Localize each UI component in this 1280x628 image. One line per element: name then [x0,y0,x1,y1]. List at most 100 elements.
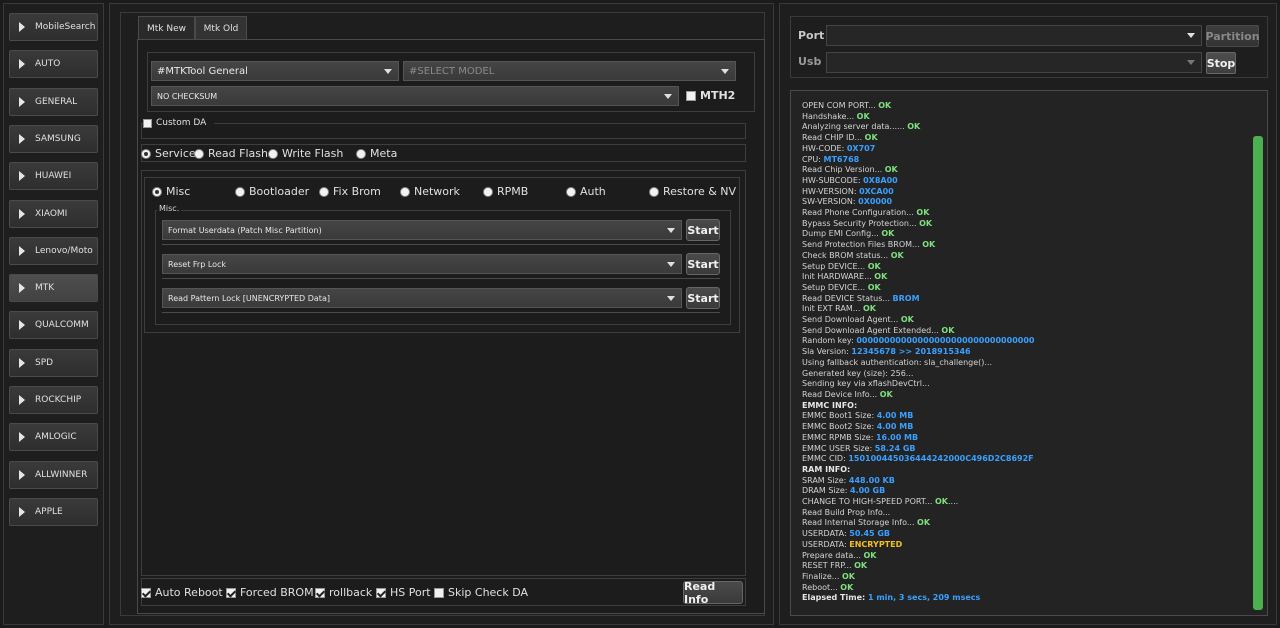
sidebar-item-general[interactable]: GENERAL [9,87,98,116]
option-checkbox-skip-check-da[interactable]: Skip Check DA [434,586,532,599]
radio-icon [141,148,151,159]
sidebar-item-mtk[interactable]: MTK [9,274,98,303]
mth2-checkbox[interactable]: MTH2 [686,89,739,102]
model-select[interactable]: #SELECT MODEL [403,61,736,81]
sidebar-item-label: GENERAL [35,96,78,107]
log-output[interactable]: OPEN COM PORT... OK Handshake... OK Analyz… [790,90,1268,616]
log-segment: OK [841,571,855,581]
log-segment: RESET FRP... [802,561,855,571]
custom-da-label: Custom DA [156,118,207,128]
sidebar-item-label: XIAOMI [35,208,68,219]
log-segment: 4.00 GB [849,486,886,496]
log-segment: EMMC Boot1 Size: [802,411,877,421]
log-segment: USERDATA: [802,529,850,539]
sidebar-item-qualcomm[interactable]: QUALCOMM [9,311,98,340]
partition-button[interactable]: Partition [1205,25,1260,47]
log-segment: OK [919,218,933,228]
sidebar-item-auto[interactable]: AUTO [9,50,98,79]
custom-da-checkbox[interactable]: Custom DA [143,118,215,128]
log-scrollbar-thumb[interactable] [1253,136,1263,610]
sidebar-item-label: MTK [35,283,55,294]
sidebar-item-amlogic[interactable]: AMLOGIC [9,423,98,452]
sidebar-item-samsung[interactable]: SAMSUNG [9,124,98,153]
mth2-label: MTH2 [700,89,736,102]
option-checkbox-forced-brom[interactable]: Forced BROM [226,586,318,599]
sidebar-item-label: HUAWEI [35,171,72,182]
sidebar-item-rockchip[interactable]: ROCKCHIP [9,386,98,414]
log-segment: HW-CODE: [802,143,847,153]
log-line: Send Download Agent... OK [802,315,1252,326]
log-line: CPU: MT6768 [802,155,1252,166]
log-line: EMMC INFO: [802,401,1252,412]
log-segment: Read Phone Configuration... [802,208,917,218]
option-checkbox-hs-port[interactable]: HS Port [376,586,435,599]
chevron-down-icon [721,69,729,74]
port-label: Port [798,29,825,42]
log-line: Read Chip Version... OK [802,165,1252,176]
option-label: Forced BROM [240,586,314,599]
log-segment: OK [900,315,914,325]
tab-mtk-new[interactable]: Mtk New [138,16,195,40]
log-segment: OK [884,165,898,175]
log-line: Random key: 0000000000000000000000000000… [802,336,1252,347]
check-icon [315,587,325,598]
chevron-down-icon [384,69,392,74]
log-segment: HW-SUBCODE: [802,175,864,185]
log-line: Sla Version: 12345678 >> 2018915346 [802,347,1252,358]
custom-da-group [141,123,746,139]
mode-radio-read-flash[interactable]: Read Flash [194,147,272,160]
log-segment: Analyzing server data...... [802,122,908,132]
mode-label: Read Flash [208,147,268,160]
mode-radio-service[interactable]: Service [141,147,200,160]
checksum-select[interactable]: NO CHECKSUM [151,86,679,106]
log-line: RESET FRP... OK [802,561,1252,572]
mode-radio-meta[interactable]: Meta [356,147,401,160]
log-segment: 448.00 KB [848,475,895,485]
log-line: Prepare data... OK [802,551,1252,562]
play-arrow-icon [19,171,25,182]
log-line: Reboot... OK [802,583,1252,594]
radio-icon [356,148,366,159]
stop-button[interactable]: Stop [1206,52,1236,74]
option-checkbox-rollback[interactable]: rollback [315,586,376,599]
sidebar-item-spd[interactable]: SPD [9,348,98,377]
log-segment: 150100445036444242000C496D2C8692F [848,454,1034,464]
operation-panel: Mtk New Mtk Old #MTKTool General #SELECT… [109,3,774,625]
read-info-button[interactable]: Read Info [683,580,743,606]
log-segment: OK [890,250,904,260]
usb-label: Usb [798,55,822,68]
tab-mtk-old[interactable]: Mtk Old [195,16,247,40]
sidebar-item-huawei[interactable]: HUAWEI [9,162,98,191]
log-segment: 00000000000000000000000000000000 [856,336,1035,346]
model-select-value: #SELECT MODEL [409,65,495,77]
tool-select[interactable]: #MTKTool General [151,61,399,81]
sidebar-item-xiaomi[interactable]: XIAOMI [9,199,98,228]
chevron-down-icon [1187,33,1195,38]
mode-radio-write-flash[interactable]: Write Flash [268,147,347,160]
sidebar-item-mobilesearch[interactable]: MobileSearch [9,13,98,41]
log-line: Send Protection Files BROM... OK [802,240,1252,251]
log-segment: 0X0000 [858,197,893,207]
log-segment: .... [947,497,959,507]
usb-select[interactable] [826,52,1202,73]
option-checkbox-auto-reboot[interactable]: Auto Reboot [141,586,227,599]
log-line: CHANGE TO HIGH-SPEED PORT... OK.... [802,497,1252,508]
log-line: SW-VERSION: 0X0000 [802,197,1252,208]
mth2-check-icon [686,90,696,101]
port-select[interactable] [826,25,1202,46]
log-segment: Read Chip Version... [802,165,885,175]
log-scrollbar[interactable] [1252,94,1264,612]
option-label: Skip Check DA [448,586,529,599]
log-line: Init HARDWARE... OK [802,272,1252,283]
sidebar-item-label: AUTO [35,59,61,70]
log-segment: OK [934,497,948,507]
log-segment: Setup DEVICE... [802,282,868,292]
sidebar-item-apple[interactable]: APPLE [9,497,98,526]
brand-sidebar: MobileSearch AUTO GENERAL SAMSUNG HUAWEI XIAO… [3,3,104,625]
custom-da-check-icon [143,118,152,128]
log-segment: OK [874,272,888,282]
sidebar-item-allwinner[interactable]: ALLWINNER [9,460,98,489]
sidebar-item-lenovo-moto[interactable]: Lenovo/Moto [9,236,98,265]
log-segment: Random key: [802,336,857,346]
port-group: Port Usb Partition Stop [790,16,1268,78]
